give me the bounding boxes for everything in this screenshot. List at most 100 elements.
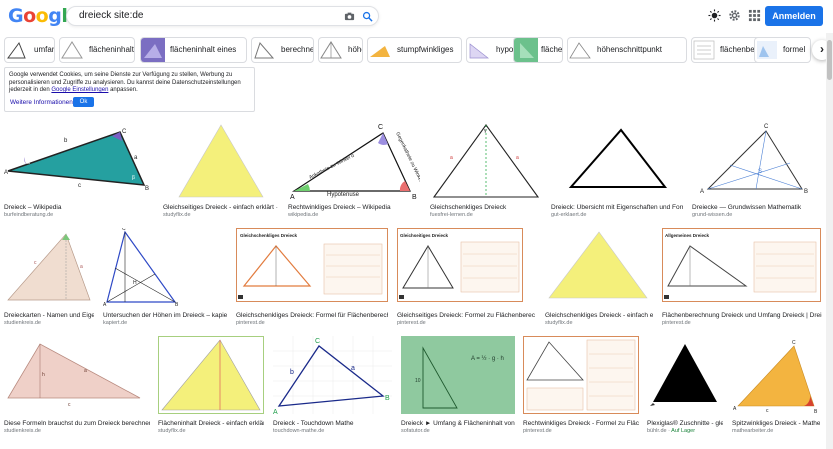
result-card[interactable]: Hypotenuse Ankathete zu Winkel α Gegenka… [288, 119, 420, 219]
signin-button[interactable]: Anmelden [765, 6, 823, 26]
result-image[interactable]: a a γ [430, 119, 542, 199]
result-image[interactable] [158, 336, 264, 414]
apps-grid-icon[interactable] [748, 9, 761, 22]
result-caption[interactable]: Gleichseitiges Dreieck: Formel zu Fläche… [397, 312, 535, 319]
result-caption[interactable]: Dreieck - Touchdown Mathe [273, 420, 392, 427]
result-card[interactable]: Dreieck: Übersicht mit Eigenschaften und… [551, 119, 683, 219]
chip-formel[interactable]: formel [754, 37, 811, 63]
result-card[interactable]: b C a c A B α β Dreieck – Wikipedia burf… [4, 119, 154, 219]
cookie-settings-link[interactable]: Google Einstellungen [51, 87, 108, 93]
scrollbar-thumb[interactable] [827, 40, 832, 80]
result-image[interactable] [647, 336, 723, 414]
svg-text:A: A [4, 170, 8, 176]
result-card[interactable]: C A B a b Dreieck - Touchdown Mathe touc… [273, 336, 392, 436]
svg-text:A: A [700, 189, 704, 195]
result-image[interactable]: C A B c [732, 336, 820, 414]
result-image[interactable]: 10 A = ½ · g · h [401, 336, 515, 414]
chip-label: höhe [348, 45, 362, 54]
result-image[interactable]: Allgemeines Dreieck [662, 228, 822, 306]
result-card[interactable]: Gleichseitiges Dreieck Gleichseitiges Dr… [397, 228, 535, 328]
result-caption[interactable]: Untersuchen der Höhen im Dreieck – kapie… [103, 312, 227, 319]
search-input[interactable]: dreieck site:de [79, 10, 143, 21]
result-caption[interactable]: Dreiecke — Grundwissen Mathematik [692, 204, 820, 211]
result-caption[interactable]: Flächeninhalt Dreieck - einfach erklärt … [158, 420, 264, 427]
result-image[interactable] [523, 336, 639, 414]
cookie-text-end: anpassen. [108, 87, 138, 93]
result-card[interactable]: Gleichseitiges Dreieck - einfach erklärt… [163, 119, 278, 219]
result-card[interactable]: Gleichschenkliges Dreieck Gleichschenkli… [236, 228, 388, 328]
result-card[interactable]: Flächeninhalt Dreieck - einfach erklärt … [158, 336, 264, 436]
result-source: mathearbeiter.de [732, 428, 774, 434]
chip-flaeche[interactable]: fläche [513, 37, 563, 63]
result-caption[interactable]: Gleichschenkliges Dreieck - einfach erkl… [545, 312, 653, 319]
result-source: sofatutor.de [401, 428, 430, 434]
result-card[interactable]: h a c Diese Formeln brauchst du zum Drei… [4, 336, 150, 436]
chip-stumpfwinkliges[interactable]: stumpfwinkliges [367, 37, 462, 63]
figure-label: A = ½ · g · h [471, 355, 504, 362]
result-caption[interactable]: Spitzwinkliges Dreieck - Mathere... [732, 420, 820, 427]
chip-label: flächeninhalt [89, 45, 134, 54]
svg-text:H: H [133, 280, 137, 286]
chip-umfang[interactable]: umfang [4, 37, 55, 63]
result-card[interactable]: Gleichschenkliges Dreieck - einfach erkl… [545, 228, 653, 328]
result-card[interactable]: Allgemeines Dreieck Flächenberechnung Dr… [662, 228, 822, 328]
search-box[interactable]: dreieck site:de [66, 6, 379, 26]
result-caption[interactable]: Dreieck ► Umfang & Flächeninhalt von a..… [401, 420, 515, 427]
cookie-ok-button[interactable]: Ok [73, 97, 94, 107]
result-image[interactable]: Gleichseitiges Dreieck [397, 228, 535, 306]
result-image[interactable]: C A B H [103, 228, 227, 306]
result-caption[interactable]: Diese Formeln brauchst du zum Dreieck be… [4, 420, 150, 427]
result-image[interactable] [163, 119, 278, 199]
result-caption[interactable]: Flächenberechnung Dreieck und Umfang Dre… [662, 312, 822, 319]
svg-text:B: B [385, 395, 390, 402]
result-card[interactable]: Plexiglas® Zuschnitte - glei... bühlr.de… [647, 336, 723, 436]
result-image[interactable]: C A B a b [273, 336, 392, 414]
result-source: fuesfrei-lernen.de [430, 212, 473, 218]
chip-label: berechnen [281, 45, 314, 54]
result-image[interactable]: C A B S [692, 119, 820, 199]
result-caption[interactable]: Plexiglas® Zuschnitte - glei... [647, 420, 723, 427]
camera-icon[interactable] [344, 11, 355, 22]
result-caption[interactable]: Dreieck – Wikipedia [4, 204, 154, 211]
svg-text:a: a [351, 365, 355, 372]
result-source: touchdown-mathe.de [273, 428, 325, 434]
svg-text:C: C [792, 340, 796, 346]
result-caption[interactable]: Rechtwinkliges Dreieck - Formel zu Fläch… [523, 420, 639, 427]
gear-icon[interactable] [728, 9, 741, 22]
result-card[interactable]: c a Dreieckarten - Namen und Eige... stu… [4, 228, 94, 328]
chip-hoehenschnittpunkt[interactable]: höhenschnittpunkt [567, 37, 687, 63]
result-caption[interactable]: Gleichschenkliges Dreieck: Formel für Fl… [236, 312, 388, 319]
result-caption[interactable]: Gleichschenkliges Dreieck [430, 204, 542, 211]
result-card[interactable]: C A B c Spitzwinkliges Dreieck - Mathere… [732, 336, 820, 436]
result-image[interactable] [551, 119, 683, 199]
result-caption[interactable]: Gleichseitiges Dreieck - einfach erklärt… [163, 204, 278, 211]
result-card[interactable]: 10 A = ½ · g · h Dreieck ► Umfang & Fläc… [401, 336, 515, 436]
scrollbar-track[interactable] [826, 33, 833, 449]
result-image[interactable]: c a [4, 228, 94, 306]
result-image[interactable]: Gleichschenkliges Dreieck [236, 228, 388, 306]
result-image[interactable]: h a c [4, 336, 150, 414]
result-source: studyflix.de [158, 428, 186, 434]
result-image[interactable]: b C a c A B α β [4, 119, 154, 199]
chip-hoehe[interactable]: höhe [318, 37, 363, 63]
result-image[interactable]: Hypotenuse Ankathete zu Winkel α Gegenka… [288, 119, 420, 199]
result-card[interactable]: C A B H Untersuchen der Höhen im Dreieck… [103, 228, 227, 328]
result-caption[interactable]: Dreieckarten - Namen und Eige... [4, 312, 94, 319]
chip-flaecheninhalt[interactable]: flächeninhalt [59, 37, 135, 63]
search-icon[interactable] [362, 11, 373, 22]
result-card[interactable]: a a γ Gleichschenkliges Dreieck fuesfrei… [430, 119, 542, 219]
result-card[interactable]: C A B S Dreiecke — Grundwissen Mathemati… [692, 119, 820, 219]
svg-text:a: a [516, 155, 519, 161]
result-source: grund-wissen.de [692, 212, 733, 218]
more-info-link[interactable]: Weitere Informationen [10, 99, 73, 107]
result-caption[interactable]: Rechtwinkliges Dreieck – Wikipedia [288, 204, 420, 211]
svg-text:c: c [78, 183, 81, 189]
chip-thumbnail [469, 43, 490, 59]
brightness-icon[interactable] [708, 9, 721, 22]
result-card[interactable]: Rechtwinkliges Dreieck - Formel zu Fläch… [523, 336, 639, 436]
chip-label: stumpfwinkliges [397, 45, 454, 54]
chip-berechnen[interactable]: berechnen [251, 37, 314, 63]
result-caption[interactable]: Dreieck: Übersicht mit Eigenschaften und… [551, 204, 683, 211]
result-image[interactable] [545, 228, 653, 306]
chip-flaecheninhalt-eines[interactable]: flächeninhalt eines [140, 37, 247, 63]
